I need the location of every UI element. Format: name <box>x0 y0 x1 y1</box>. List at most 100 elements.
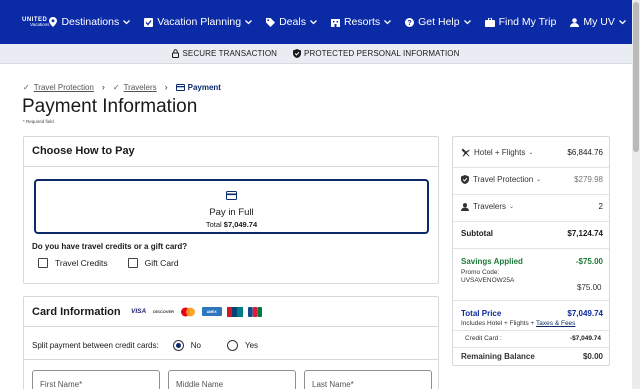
middle-name-field[interactable]: Middle Name <box>168 370 296 389</box>
total-label: Total <box>205 220 222 229</box>
page-scrollbar[interactable] <box>632 0 640 389</box>
nav-destinations-label: Destinations <box>61 16 120 28</box>
remaining-value: $0.00 <box>582 352 603 361</box>
scrollbar-thumb[interactable] <box>633 2 639 152</box>
middle-name-placeholder: Middle Name <box>176 380 224 389</box>
tag-icon <box>266 17 276 27</box>
nav-get-help[interactable]: ? Get Help <box>405 16 471 28</box>
split-yes-option[interactable]: Yes <box>226 340 259 351</box>
summary-travelers[interactable]: Travelers ⌄ 2 <box>461 202 603 211</box>
credits-options: Travel Credits Gift Card <box>38 258 199 268</box>
united-vacations-logo[interactable]: UNITED Vacations <box>22 17 49 28</box>
chevron-down-icon: ⌄ <box>528 150 534 156</box>
taxes-fees-link[interactable]: Taxes & Fees <box>536 320 575 327</box>
breadcrumb-separator: › <box>101 82 105 92</box>
main-content: ✓ Travel Protection › ✓ Travelers › Paym… <box>0 64 632 389</box>
nav-find-my-trip[interactable]: Find My Trip <box>484 16 557 28</box>
protected-info: PROTECTED PERSONAL INFORMATION <box>293 49 459 58</box>
nav-vacation-planning[interactable]: Vacation Planning <box>144 16 253 28</box>
includes-note: Includes Hotel + Flights + Taxes & Fees <box>461 320 575 327</box>
breadcrumb-separator: › <box>164 82 168 92</box>
breadcrumb-travel-protection[interactable]: ✓ Travel Protection <box>23 83 94 92</box>
remaining-label: Remaining Balance <box>461 352 535 361</box>
chevron-down-icon: ⌄ <box>509 204 515 210</box>
breadcrumb-travelers[interactable]: ✓ Travelers <box>113 83 157 92</box>
divider <box>453 300 609 301</box>
split-yes-radio[interactable] <box>226 340 238 351</box>
divider <box>453 248 609 249</box>
breadcrumb-step3-label: Payment <box>187 82 221 92</box>
nav-find-my-trip-label: Find My Trip <box>498 16 557 28</box>
nav-deals-label: Deals <box>279 16 306 28</box>
divider <box>453 347 609 348</box>
breadcrumb-step2-label: Travelers <box>123 82 157 92</box>
split-payment-question: Split payment between credit cards: <box>32 341 159 350</box>
breadcrumb: ✓ Travel Protection › ✓ Travelers › Paym… <box>23 82 221 92</box>
mastercard-logo-icon <box>178 307 197 316</box>
promo-code: Promo Code: UVSAVENOW25A <box>461 269 514 285</box>
nav-resorts-label: Resorts <box>343 16 381 28</box>
credit-card-value: -$7,049.74 <box>569 335 601 342</box>
split-yes-label: Yes <box>244 341 259 350</box>
summary-subtotal: Subtotal $7,124.74 <box>461 229 603 238</box>
travelers-value: 2 <box>598 202 603 211</box>
nav-deals[interactable]: Deals <box>266 16 317 28</box>
user-icon <box>570 17 580 27</box>
first-name-field[interactable]: First Name* <box>32 370 160 389</box>
subtotal-label: Subtotal <box>461 229 493 238</box>
travel-credits-checkbox[interactable] <box>38 258 48 268</box>
building-icon <box>330 18 340 27</box>
credit-card-icon <box>226 191 237 200</box>
gift-card-checkbox[interactable] <box>127 258 138 268</box>
unionpay-logo-icon <box>226 306 243 317</box>
chevron-down-icon <box>618 19 626 24</box>
nav-destinations[interactable]: Destinations <box>49 16 131 28</box>
gift-card-label: Gift Card <box>144 258 179 268</box>
savings-value: -$75.00 <box>575 257 603 266</box>
pay-in-full-option[interactable]: Pay in Full Total $7,049.74 <box>34 179 429 234</box>
price-summary-card: Hotel + Flights ⌄ $6,844.76 Travel Prote… <box>452 136 610 366</box>
security-banner: SECURE TRANSACTION PROTECTED PERSONAL IN… <box>0 44 632 64</box>
total-price-label: Total Price <box>461 309 502 318</box>
credit-card-label: Credit Card : <box>465 335 502 342</box>
checklist-icon <box>144 17 154 27</box>
last-name-placeholder: Last Name* <box>312 380 354 389</box>
card-information-header: Card Information VISA DISCOVER AMEX <box>24 297 438 327</box>
first-name-placeholder: First Name* <box>40 380 83 389</box>
summary-hotel-flights[interactable]: Hotel + Flights ⌄ $6,844.76 <box>461 148 603 157</box>
nav-resorts[interactable]: Resorts <box>330 16 392 28</box>
pin-icon <box>49 17 58 27</box>
travel-credits-option[interactable]: Travel Credits <box>38 258 108 268</box>
split-no-option[interactable]: No <box>172 340 201 351</box>
card-information-card: Card Information VISA DISCOVER AMEX Spli… <box>23 296 439 389</box>
choose-how-to-pay-card: Choose How to Pay Pay in Full Total $7,0… <box>23 136 439 284</box>
nav-get-help-label: Get Help <box>418 16 460 28</box>
travel-protection-value: $279.98 <box>574 175 603 184</box>
top-navigation: UNITED Vacations Destinations Vacation P… <box>0 0 632 44</box>
nav-my-uv-label: My UV <box>583 16 615 28</box>
shield-icon <box>293 49 302 58</box>
split-no-radio[interactable] <box>172 340 184 351</box>
split-no-label: No <box>190 341 201 350</box>
savings-label: Savings Applied <box>461 257 523 266</box>
chevron-down-icon <box>384 19 392 24</box>
gift-card-option[interactable]: Gift Card <box>127 258 179 268</box>
jcb-logo-icon <box>247 306 262 317</box>
secure-transaction-label: SECURE TRANSACTION <box>182 49 278 58</box>
credits-question: Do you have travel credits or a gift car… <box>32 242 188 251</box>
divider <box>453 194 609 195</box>
breadcrumb-step1-label: Travel Protection <box>33 82 94 92</box>
nav-my-uv[interactable]: My UV <box>570 16 626 28</box>
chevron-down-icon <box>123 19 131 24</box>
divider <box>453 330 609 331</box>
chevron-down-icon: ⌄ <box>536 177 542 183</box>
last-name-field[interactable]: Last Name* <box>304 370 432 389</box>
summary-total-price: Total Price $7,049.74 <box>461 309 603 318</box>
plane-icon <box>461 148 470 157</box>
summary-travel-protection[interactable]: Travel Protection ⌄ $279.98 <box>461 175 603 184</box>
summary-remaining-balance: Remaining Balance $0.00 <box>461 352 603 361</box>
help-icon: ? <box>405 17 415 27</box>
includes-text: Includes Hotel + Flights + <box>461 320 537 327</box>
chevron-down-icon <box>463 19 471 24</box>
total-price-value: $7,049.74 <box>567 309 603 318</box>
